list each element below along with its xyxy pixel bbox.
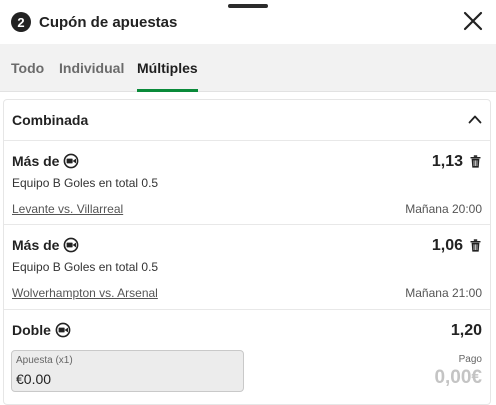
combo-section-header[interactable]: Combinada	[4, 100, 490, 141]
match-time: Mañana 20:00	[405, 202, 482, 216]
live-stream-icon	[64, 237, 79, 253]
bet-item: Más de 1,06 Equipo B Goles en total 0.5 …	[4, 225, 490, 310]
combo-title-label: Doble	[12, 322, 51, 338]
stake-input[interactable]: Apuesta (x1) €0.00	[11, 350, 244, 392]
live-stream-icon	[55, 322, 71, 338]
combo-row: Doble 1,20 Apuesta (x1) €0.00 Pago 0,00€	[4, 310, 490, 405]
bet-selection-label: Más de	[12, 153, 60, 169]
selection-count-badge: 2	[11, 12, 31, 32]
betslip-tabs: Todo Individual Múltiples	[0, 44, 496, 92]
tab-individual[interactable]: Individual	[59, 44, 124, 92]
close-icon[interactable]	[462, 10, 484, 32]
chevron-up-icon[interactable]	[468, 114, 482, 124]
bet-selection-label: Más de	[12, 237, 60, 253]
trash-icon[interactable]	[470, 239, 481, 252]
trash-icon[interactable]	[470, 155, 481, 168]
match-link[interactable]: Levante vs. Villarreal	[12, 202, 123, 216]
tab-multiples[interactable]: Múltiples	[137, 44, 198, 92]
combo-panel: Combinada Más de 1,13 Equipo B Goles en …	[3, 99, 491, 405]
tab-todo[interactable]: Todo	[11, 44, 44, 92]
bet-odds: 1,06	[431, 237, 463, 254]
bet-selection: Más de	[12, 153, 79, 169]
bet-market: Equipo B Goles en total 0.5	[12, 260, 159, 274]
combo-odds: 1,20	[450, 322, 482, 339]
bet-odds: 1,13	[431, 153, 463, 170]
match-time: Mañana 21:00	[405, 286, 482, 300]
betslip-header: 2 Cupón de apuestas	[0, 0, 496, 44]
bet-item: Más de 1,13 Equipo B Goles en total 0.5 …	[4, 141, 490, 225]
match-link[interactable]: Wolverhampton vs. Arsenal	[12, 286, 158, 300]
combo-title: Doble	[12, 322, 71, 338]
payout-label: Pago	[458, 354, 482, 365]
payout-value: 0,00€	[434, 367, 482, 388]
stake-label: Apuesta (x1)	[16, 355, 73, 366]
live-stream-icon	[64, 153, 79, 169]
stake-value[interactable]: €0.00	[16, 371, 51, 387]
betslip-title: Cupón de apuestas	[39, 13, 178, 31]
bet-market: Equipo B Goles en total 0.5	[12, 176, 159, 190]
bet-selection: Más de	[12, 237, 79, 253]
section-title: Combinada	[12, 112, 89, 128]
